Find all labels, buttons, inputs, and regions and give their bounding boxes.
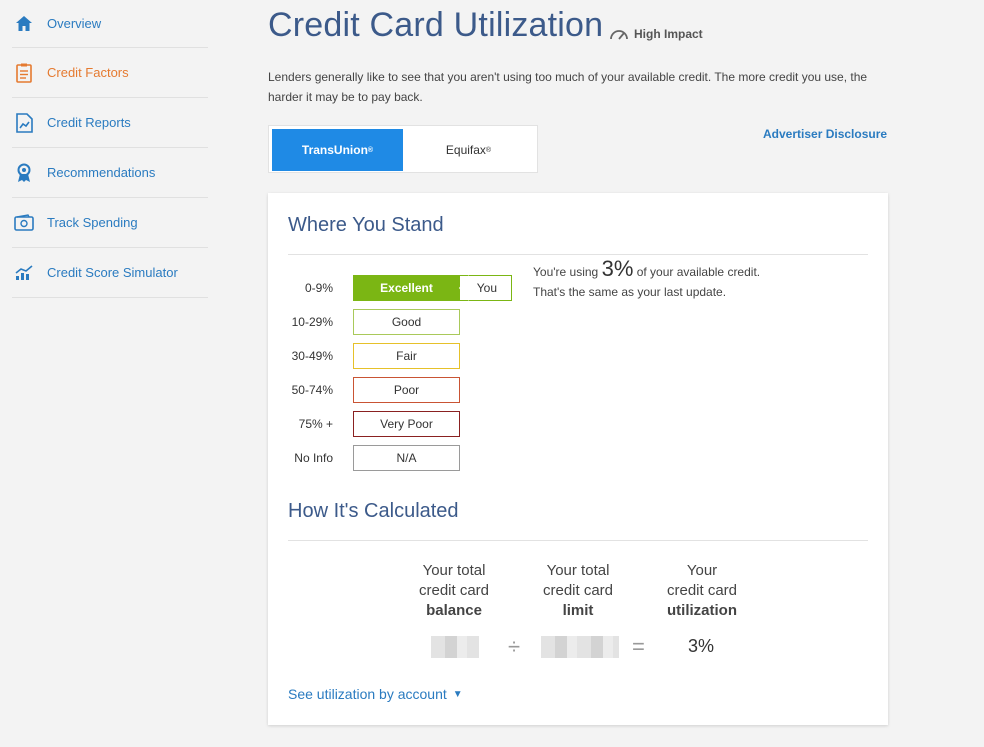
sidebar-item-label: Recommendations [47, 165, 156, 180]
summary-suffix: of your available credit. [636, 265, 761, 279]
scale-row: 0-9% Excellent You [268, 275, 512, 301]
equals-symbol: = [632, 634, 645, 659]
see-utilization-by-account-link[interactable]: See utilization by account ▼ [288, 686, 463, 702]
divider [288, 254, 868, 255]
home-icon [12, 13, 36, 35]
range-label: 10-29% [291, 315, 333, 329]
col-bold: balance [426, 602, 482, 619]
col-line1: Your total [546, 562, 610, 579]
gauge-icon [610, 30, 628, 40]
utilization-column: Your credit card utilization [652, 561, 752, 621]
col-bold: utilization [667, 602, 737, 619]
bureau-tabs: TransUnion ® Equifax ® [268, 125, 538, 173]
clipboard-icon [12, 62, 36, 84]
range-label: 0-9% [304, 281, 333, 295]
sidebar-item-credit-reports[interactable]: Credit Reports [12, 98, 208, 148]
sidebar-item-label: Track Spending [47, 215, 138, 230]
rating-poor: Poor [353, 377, 460, 403]
utilization-value: 3% [601, 256, 634, 281]
range-label: 50-74% [291, 383, 333, 397]
rating-very-poor: Very Poor [353, 411, 460, 437]
registered-mark: ® [367, 146, 374, 154]
sidebar-item-track-spending[interactable]: Track Spending [12, 198, 208, 248]
balance-column: Your total credit card balance [404, 561, 504, 621]
tab-transunion[interactable]: TransUnion ® [272, 129, 403, 171]
tab-label: TransUnion [301, 143, 368, 157]
rating-no-info: N/A [353, 445, 460, 471]
sidebar-item-label: Overview [47, 16, 102, 31]
sidebar-item-label: Credit Score Simulator [47, 265, 178, 280]
col-line2: credit card [666, 582, 738, 599]
utilization-card: Where You Stand 0-9% Excellent You 10-29… [268, 193, 888, 725]
where-you-stand-title: Where You Stand [288, 214, 444, 236]
utilization-result: 3% [688, 636, 715, 656]
report-icon [12, 112, 36, 134]
range-label: No Info [294, 451, 333, 465]
caret-down-icon: ▼ [452, 688, 463, 700]
wallet-icon [12, 212, 36, 234]
chart-icon [12, 262, 36, 284]
divide-symbol: ÷ [508, 634, 521, 659]
sidebar-item-credit-score-simulator[interactable]: Credit Score Simulator [12, 248, 208, 298]
sidebar-item-label: Credit Reports [47, 115, 131, 130]
impact-badge: High Impact [609, 27, 703, 41]
sidebar-nav: Overview Credit Factors Credit Reports R… [0, 0, 208, 298]
tab-label: Equifax [445, 143, 486, 157]
how-calculated-title: How It's Calculated [288, 500, 459, 522]
sidebar-item-label: Credit Factors [47, 65, 129, 80]
redacted-balance [431, 636, 479, 658]
col-line1: Your total [422, 562, 486, 579]
utilization-summary: You're using 3% of your available credit… [533, 256, 793, 302]
range-label: 75% + [298, 417, 333, 431]
col-line2: credit card [418, 582, 490, 599]
scale-row: 50-74% Poor [268, 377, 460, 403]
scale-row: 75% + Very Poor [268, 411, 460, 437]
you-marker: You [459, 275, 512, 301]
advertiser-disclosure-link[interactable]: Advertiser Disclosure [763, 127, 887, 141]
scale-row: 30-49% Fair [268, 343, 460, 369]
summary-prefix: You're using [533, 265, 599, 279]
summary-line2: That's the same as your last update. [533, 285, 727, 299]
rating-fair: Fair [353, 343, 460, 369]
link-label: See utilization by account [288, 686, 447, 702]
sidebar-item-recommendations[interactable]: Recommendations [12, 148, 208, 198]
ribbon-icon [12, 162, 36, 184]
divider [288, 540, 868, 541]
col-line2: credit card [542, 582, 614, 599]
range-label: 30-49% [291, 349, 333, 363]
col-line1: Your [686, 562, 718, 579]
sidebar-item-overview[interactable]: Overview [12, 0, 208, 48]
intro-text: Lenders generally like to see that you a… [268, 70, 868, 104]
redacted-limit [541, 636, 619, 658]
sidebar-item-credit-factors[interactable]: Credit Factors [12, 48, 208, 98]
impact-label: High Impact [634, 27, 703, 41]
limit-column: Your total credit card limit [528, 561, 628, 621]
col-bold: limit [562, 602, 594, 619]
rating-excellent: Excellent [353, 275, 460, 301]
rating-good: Good [353, 309, 460, 335]
page-title: Credit Card Utilization [268, 6, 604, 44]
scale-row: No Info N/A [268, 445, 460, 471]
tab-equifax[interactable]: Equifax ® [403, 129, 534, 171]
scale-row: 10-29% Good [268, 309, 460, 335]
registered-mark: ® [485, 146, 492, 154]
